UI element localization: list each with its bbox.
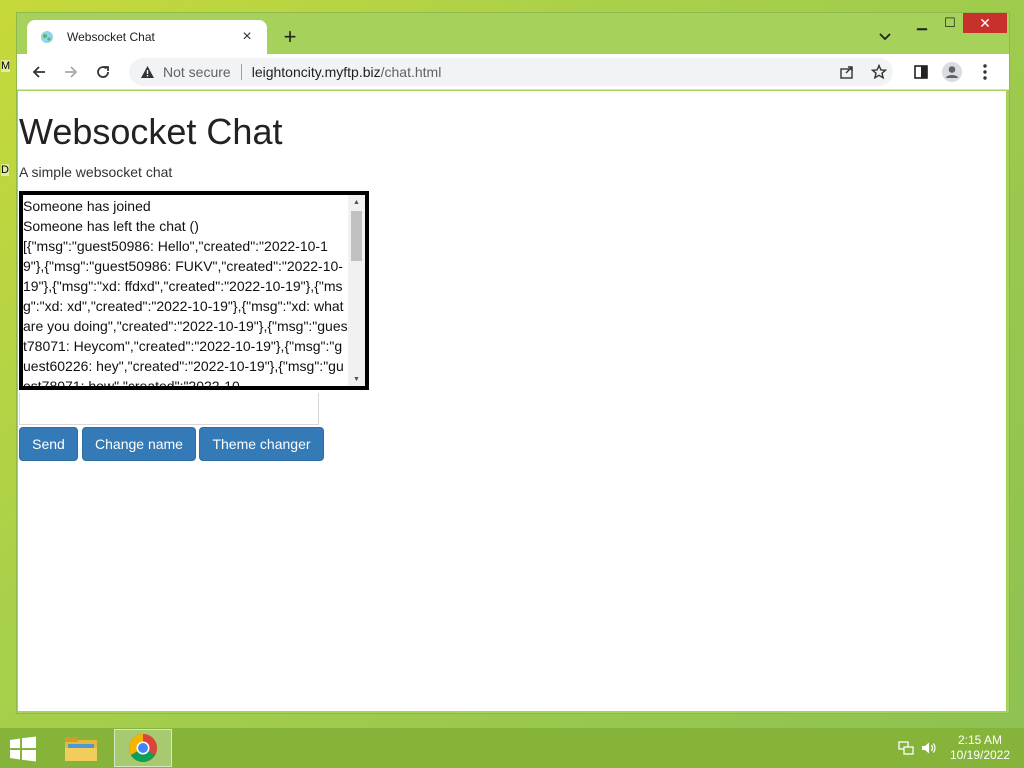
tab-title: Websocket Chat bbox=[67, 30, 155, 44]
bookmark-star-icon[interactable] bbox=[867, 60, 891, 84]
warning-icon[interactable] bbox=[139, 64, 155, 80]
clock-time: 2:15 AM bbox=[957, 733, 1003, 747]
chat-log-box[interactable]: Someone has joined Someone has left the … bbox=[19, 191, 369, 390]
browser-toolbar: Not secure leightoncity.myftp.biz /chat.… bbox=[17, 54, 1009, 90]
taskbar: 2:15 AM 10/19/2022 bbox=[0, 728, 1024, 768]
network-icon[interactable] bbox=[897, 740, 915, 756]
desktop-icon-label-m: M bbox=[1, 60, 11, 72]
kebab-menu-icon[interactable] bbox=[973, 60, 997, 84]
send-button[interactable]: Send bbox=[19, 427, 78, 461]
security-label: Not secure bbox=[163, 64, 231, 80]
chat-log-line: Someone has left the chat () bbox=[23, 218, 199, 234]
speaker-icon[interactable] bbox=[920, 740, 938, 756]
tab-close-icon[interactable]: × bbox=[237, 27, 257, 47]
system-clock[interactable]: 2:15 AM 10/19/2022 bbox=[944, 733, 1016, 763]
forward-arrow-icon[interactable] bbox=[59, 60, 83, 84]
windows-start-icon[interactable] bbox=[8, 736, 40, 762]
profile-avatar-icon[interactable] bbox=[940, 60, 964, 84]
globe-icon bbox=[39, 29, 55, 45]
address-bar[interactable]: Not secure leightoncity.myftp.biz /chat.… bbox=[129, 58, 893, 86]
scroll-thumb[interactable] bbox=[351, 211, 362, 261]
url-host: leightoncity.myftp.biz bbox=[251, 64, 381, 80]
page-viewport: Websocket Chat A simple websocket chat S… bbox=[18, 91, 1006, 711]
new-tab-button[interactable]: + bbox=[277, 24, 303, 50]
chevron-down-icon[interactable] bbox=[875, 27, 895, 47]
clock-date: 10/19/2022 bbox=[949, 748, 1011, 762]
minimize-button[interactable]: ▁ bbox=[910, 13, 934, 33]
page-subtitle: A simple websocket chat bbox=[19, 164, 173, 180]
url-path: /chat.html bbox=[380, 64, 442, 80]
change-name-button[interactable]: Change name bbox=[82, 427, 196, 461]
maximize-button[interactable]: ☐ bbox=[938, 13, 962, 33]
theme-changer-button[interactable]: Theme changer bbox=[199, 427, 324, 461]
browser-window: Websocket Chat × + ▁ ☐ ✕ Not secure leig… bbox=[16, 12, 1010, 714]
close-window-button[interactable]: ✕ bbox=[963, 13, 1007, 33]
message-input[interactable] bbox=[19, 393, 319, 425]
scroll-up-arrow-icon[interactable]: ▲ bbox=[348, 195, 365, 209]
share-icon[interactable] bbox=[835, 60, 859, 84]
tab-bar: Websocket Chat × + ▁ ☐ ✕ bbox=[17, 13, 1009, 54]
reload-icon[interactable] bbox=[91, 60, 115, 84]
chat-scrollbar[interactable]: ▲ ▼ bbox=[348, 195, 365, 386]
side-panel-icon[interactable] bbox=[909, 60, 933, 84]
scroll-down-arrow-icon[interactable]: ▼ bbox=[348, 372, 365, 386]
chat-log-line: [{"msg":"guest50986: Hello","created":"2… bbox=[23, 238, 348, 386]
chat-log: Someone has joined Someone has left the … bbox=[23, 195, 349, 386]
chat-log-line: Someone has joined bbox=[23, 198, 151, 214]
back-arrow-icon[interactable] bbox=[27, 60, 51, 84]
chrome-icon[interactable] bbox=[114, 729, 172, 767]
page-title: Websocket Chat bbox=[19, 111, 283, 152]
file-explorer-icon[interactable] bbox=[52, 729, 110, 767]
desktop-icon-label-d: D bbox=[1, 164, 9, 176]
tab-websocket-chat[interactable]: Websocket Chat × bbox=[27, 20, 267, 54]
address-separator bbox=[240, 64, 242, 80]
